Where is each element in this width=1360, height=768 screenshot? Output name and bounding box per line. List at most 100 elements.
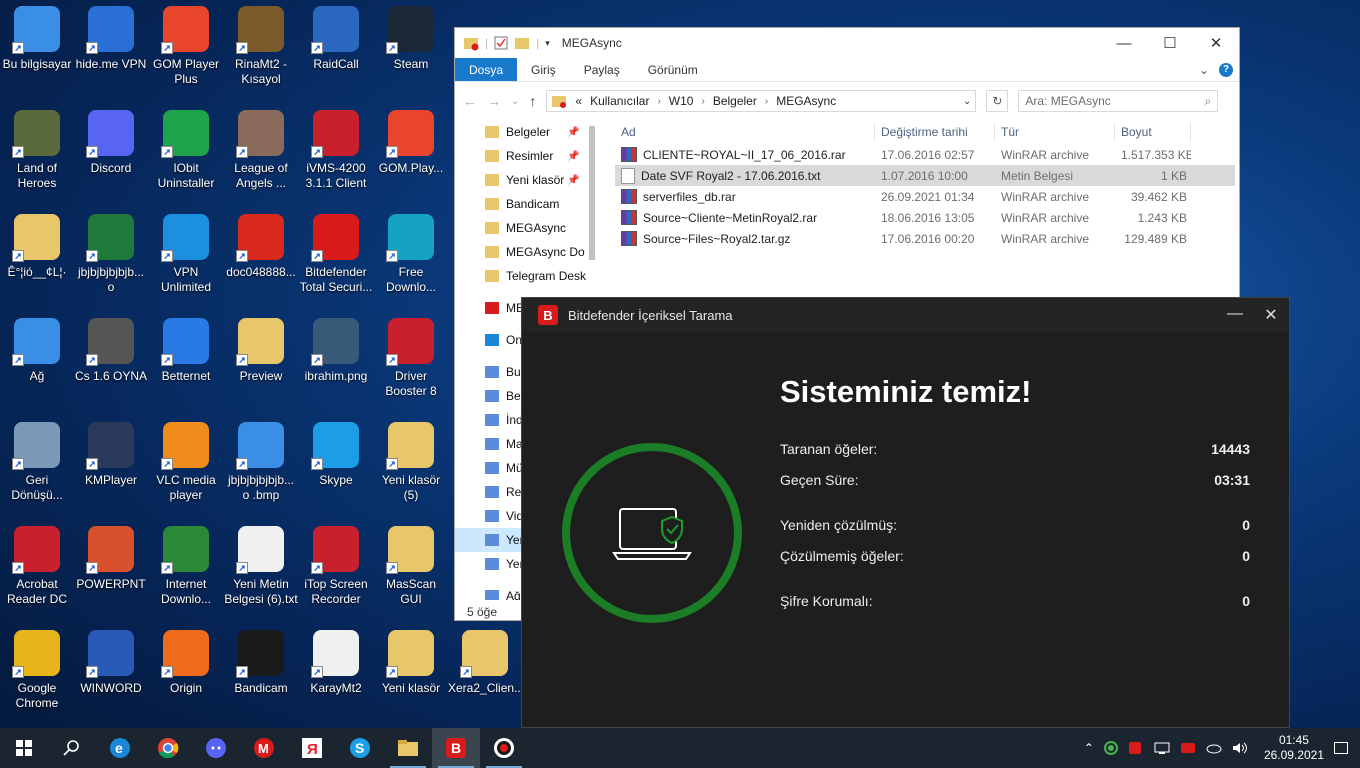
refresh-icon[interactable]: ↻: [986, 90, 1009, 112]
taskbar-bitdefender[interactable]: B: [432, 728, 480, 768]
nav-scrollbar[interactable]: [587, 120, 597, 260]
desktop-icon[interactable]: ↗ GOM Player Plus: [149, 0, 223, 100]
properties-icon[interactable]: [494, 36, 508, 50]
desktop-icon[interactable]: ↗ Betternet: [149, 312, 223, 412]
desktop-icon[interactable]: ↗ KarayMt2: [299, 624, 373, 724]
taskbar-discord[interactable]: [192, 728, 240, 768]
desktop-icon[interactable]: ↗ hide.me VPN: [74, 0, 148, 100]
column-size[interactable]: Boyut: [1115, 122, 1191, 142]
new-folder-icon[interactable]: [514, 36, 530, 50]
desktop-icon[interactable]: ↗ Bandicam: [224, 624, 298, 724]
desktop-icon[interactable]: ↗ RaidCall: [299, 0, 373, 100]
desktop-icon[interactable]: ↗ Yeni klasör: [374, 624, 448, 724]
breadcrumb-documents[interactable]: Belgeler: [713, 94, 757, 108]
recent-locations-icon[interactable]: ⌄: [511, 96, 519, 107]
desktop-icon[interactable]: ↗ iTop Screen Recorder: [299, 520, 373, 620]
desktop-icon[interactable]: ↗ Bitdefender Total Securi...: [299, 208, 373, 308]
expand-ribbon-icon[interactable]: ⌄: [1199, 63, 1209, 77]
column-date[interactable]: Değiştirme tarihi: [875, 122, 995, 142]
taskbar-search[interactable]: [48, 728, 96, 768]
chevron-right-icon[interactable]: ›: [657, 96, 660, 107]
desktop-icon[interactable]: ↗ doc048888...: [224, 208, 298, 308]
desktop-icon[interactable]: ↗ Yeni Metin Belgesi (6).txt: [224, 520, 298, 620]
file-row[interactable]: Source~Cliente~MetinRoyal2.rar 18.06.2016…: [615, 207, 1235, 228]
desktop-icon[interactable]: ↗ Google Chrome: [0, 624, 74, 724]
desktop-icon[interactable]: ↗ Acrobat Reader DC: [0, 520, 74, 620]
taskbar-skype[interactable]: S: [336, 728, 384, 768]
help-icon[interactable]: ?: [1219, 62, 1233, 77]
desktop-icon[interactable]: ↗ WINWORD: [74, 624, 148, 724]
breadcrumb-megasync[interactable]: MEGAsync: [776, 94, 836, 108]
desktop-icon[interactable]: ↗ Preview: [224, 312, 298, 412]
desktop-icon[interactable]: ↗ VPN Unlimited: [149, 208, 223, 308]
desktop-icon[interactable]: ↗ ibrahim.png: [299, 312, 373, 412]
desktop-icon[interactable]: ↗ Free Downlo...: [374, 208, 448, 308]
desktop-icon[interactable]: ↗ Discord: [74, 104, 148, 204]
desktop-icon[interactable]: ↗ MasScan GUI: [374, 520, 448, 620]
onedrive-icon[interactable]: [1206, 741, 1222, 755]
desktop-icon[interactable]: ↗ Steam: [374, 0, 448, 100]
desktop-icon[interactable]: ↗ Ağ: [0, 312, 74, 412]
pin-icon[interactable]: 📌: [567, 151, 579, 162]
desktop-icon[interactable]: ↗ KMPlayer: [74, 416, 148, 516]
taskbar-bandicam[interactable]: [480, 728, 528, 768]
desktop-icon[interactable]: ↗ Xera2_Clien...: [448, 624, 522, 724]
network-icon[interactable]: [1154, 741, 1170, 755]
status-green-icon[interactable]: [1103, 741, 1118, 755]
bitdefender-tray-icon[interactable]: [1128, 741, 1144, 755]
breadcrumb-w10[interactable]: W10: [669, 94, 694, 108]
close-button[interactable]: ✕: [1193, 28, 1239, 58]
minimize-button[interactable]: —: [1101, 28, 1147, 58]
search-icon[interactable]: ⌕: [1205, 94, 1212, 109]
taskbar-mega[interactable]: M: [240, 728, 288, 768]
taskbar-file-explorer[interactable]: [384, 728, 432, 768]
clock[interactable]: 01:45 26.09.2021: [1264, 733, 1324, 763]
tab-home[interactable]: Giriş: [517, 58, 570, 81]
chevron-down-icon[interactable]: ⌄: [963, 96, 971, 107]
file-row[interactable]: serverfiles_db.rar 26.09.2021 01:34 WinRAR…: [615, 186, 1235, 207]
taskbar-yandex[interactable]: Я: [288, 728, 336, 768]
address-bar[interactable]: « Kullanıcılar › W10 › Belgeler › MEGAsy…: [546, 90, 977, 112]
nav-item[interactable]: Telegram Desk: [455, 264, 595, 288]
up-icon[interactable]: ↑: [529, 93, 536, 109]
maximize-button[interactable]: ☐: [1147, 28, 1193, 58]
chevron-up-icon[interactable]: ⌃: [1084, 741, 1094, 755]
search-input[interactable]: [1025, 94, 1205, 108]
nav-item[interactable]: Belgeler 📌: [455, 120, 595, 144]
nav-item[interactable]: MEGAsync Do: [455, 240, 595, 264]
forward-icon[interactable]: →: [487, 93, 501, 109]
back-icon[interactable]: ←: [463, 93, 477, 109]
volume-icon[interactable]: [1232, 741, 1248, 755]
search-box[interactable]: ⌕: [1018, 90, 1219, 112]
desktop-icon[interactable]: ↗ Geri Dönüşü...: [0, 416, 74, 516]
desktop-icon[interactable]: ↗ Internet Downlo...: [149, 520, 223, 620]
desktop-icon[interactable]: ↗ iVMS-4200 3.1.1 Client: [299, 104, 373, 204]
desktop-icon[interactable]: ↗ jbjbjbjbjbjb... o: [74, 208, 148, 308]
pin-icon[interactable]: 📌: [567, 127, 579, 138]
column-name[interactable]: Ad: [615, 122, 875, 142]
close-button[interactable]: ✕: [1253, 305, 1289, 325]
tab-share[interactable]: Paylaş: [570, 58, 634, 81]
nav-item[interactable]: Yeni klasör 📌: [455, 168, 595, 192]
notifications-icon[interactable]: [1334, 742, 1348, 754]
desktop-icon[interactable]: ↗ League of Angels ...: [224, 104, 298, 204]
breadcrumb-overflow[interactable]: «: [575, 94, 582, 108]
taskbar-edge[interactable]: e: [96, 728, 144, 768]
desktop-icon[interactable]: ↗ Ê°¦ió__¢L¦·: [0, 208, 74, 308]
breadcrumb-users[interactable]: Kullanıcılar: [590, 94, 649, 108]
nav-item[interactable]: Bandicam: [455, 192, 595, 216]
desktop-icon[interactable]: ↗ Origin: [149, 624, 223, 724]
minimize-button[interactable]: —: [1217, 305, 1253, 325]
desktop-icon[interactable]: ↗ Land of Heroes: [0, 104, 74, 204]
desktop-icon[interactable]: ↗ VLC media player: [149, 416, 223, 516]
start-button[interactable]: [0, 728, 48, 768]
desktop-icon[interactable]: ↗ Skype: [299, 416, 373, 516]
desktop-icon[interactable]: ↗ RinaMt2 - Kısayol: [224, 0, 298, 100]
desktop-icon[interactable]: ↗ IObit Uninstaller: [149, 104, 223, 204]
tab-file[interactable]: Dosya: [455, 58, 518, 81]
recorder-tray-icon[interactable]: [1180, 741, 1196, 755]
desktop-icon[interactable]: ↗ Bu bilgisayar: [0, 0, 74, 100]
taskbar-chrome[interactable]: [144, 728, 192, 768]
pin-icon[interactable]: 📌: [567, 175, 579, 186]
desktop-icon[interactable]: ↗ Driver Booster 8: [374, 312, 448, 412]
